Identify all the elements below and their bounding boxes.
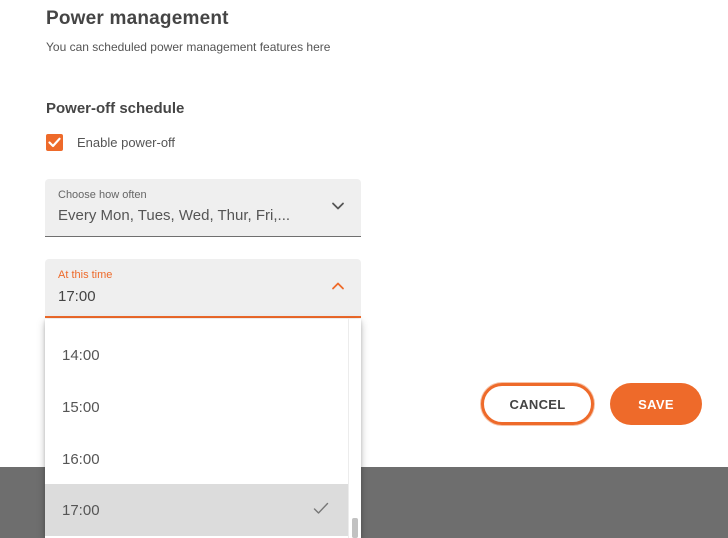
option-label: 17:00 bbox=[62, 501, 100, 519]
save-button[interactable]: SAVE bbox=[610, 383, 702, 425]
frequency-select[interactable]: Choose how often Every Mon, Tues, Wed, T… bbox=[45, 179, 361, 237]
frequency-select-value: Every Mon, Tues, Wed, Thur, Fri,... bbox=[58, 207, 291, 224]
frequency-select-label: Choose how often bbox=[58, 189, 147, 201]
enable-power-off-label: Enable power-off bbox=[77, 134, 176, 150]
time-option-17-00[interactable]: 17:00 bbox=[45, 484, 349, 536]
time-select-value: 17:00 bbox=[58, 288, 96, 305]
option-label: 15:00 bbox=[62, 398, 100, 416]
time-option-15-00[interactable]: 15:00 bbox=[45, 381, 349, 433]
option-label: 14:00 bbox=[62, 346, 100, 364]
check-icon bbox=[313, 502, 329, 514]
cancel-button[interactable]: CANCEL bbox=[481, 383, 594, 425]
dropdown-scrollbar[interactable] bbox=[348, 319, 361, 538]
page-title: Power management bbox=[46, 8, 229, 29]
check-icon bbox=[48, 137, 61, 147]
option-label: 16:00 bbox=[62, 450, 100, 468]
page-subtitle: You can scheduled power management featu… bbox=[46, 40, 331, 54]
power-management-page: Power management You can scheduled power… bbox=[0, 0, 728, 538]
enable-power-off-checkbox[interactable]: Enable power-off bbox=[46, 132, 175, 152]
scrollbar-thumb[interactable] bbox=[352, 518, 358, 538]
checkbox-box[interactable] bbox=[46, 133, 63, 151]
time-options-dropdown: 14:00 15:00 16:00 17:00 bbox=[45, 319, 361, 538]
time-select[interactable]: At this time 17:00 bbox=[45, 259, 361, 318]
chevron-up-icon[interactable] bbox=[331, 281, 345, 291]
time-option-14-00[interactable]: 14:00 bbox=[45, 329, 349, 381]
chevron-down-icon[interactable] bbox=[331, 201, 345, 211]
time-select-label: At this time bbox=[58, 269, 113, 281]
time-option-16-00[interactable]: 16:00 bbox=[45, 433, 349, 485]
power-off-schedule-heading: Power-off schedule bbox=[46, 100, 185, 117]
